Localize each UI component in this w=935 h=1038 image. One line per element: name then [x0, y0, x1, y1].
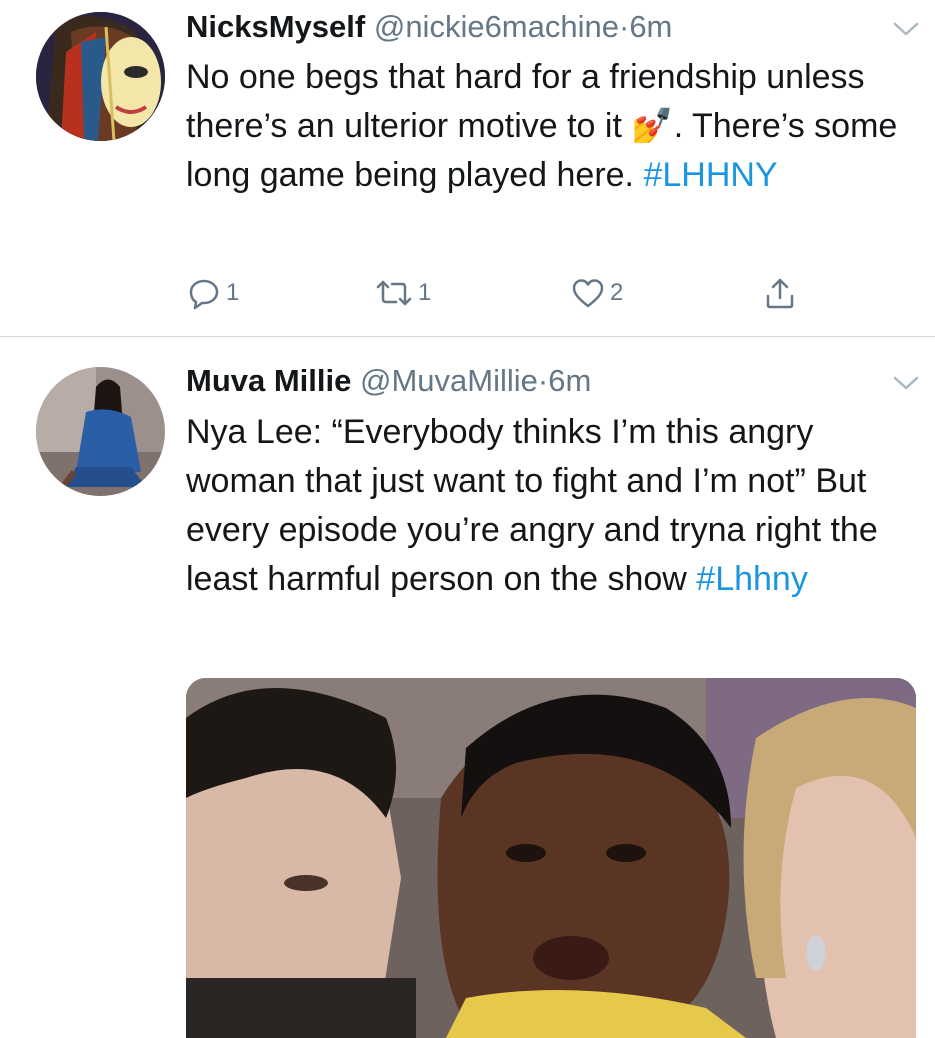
avatar[interactable] [36, 12, 165, 141]
like-button[interactable]: 2 [570, 273, 623, 313]
retweet-icon [376, 280, 412, 306]
nail-polish-emoji: 💅 [631, 107, 674, 145]
gif-media[interactable] [186, 678, 916, 1038]
tweet-header: Muva Millie @MuvaMillie·6m [186, 362, 591, 400]
timestamp[interactable]: 6m [629, 9, 672, 44]
tweet[interactable]: NicksMyself @nickie6machine·6m No one be… [0, 0, 935, 337]
like-count: 2 [610, 279, 624, 306]
retweet-count: 1 [418, 279, 432, 306]
hashtag-link[interactable]: #LHHNY [643, 156, 777, 194]
reply-button[interactable]: 1 [186, 273, 239, 313]
tweet-text: Nya Lee: “Everybody thinks I’m this angr… [186, 408, 926, 604]
separator-dot: · [537, 363, 549, 398]
hashtag-link[interactable]: #Lhhny [696, 560, 808, 598]
tweet-actions: 1 1 2 [186, 273, 826, 313]
user-handle[interactable]: @nickie6machine [374, 9, 619, 44]
chevron-down-icon[interactable] [891, 18, 921, 40]
chevron-down-icon[interactable] [891, 372, 921, 394]
avatar-image [36, 12, 165, 141]
tweet-text: No one begs that hard for a friendship u… [186, 53, 926, 200]
gif-image [186, 678, 916, 1038]
avatar-image [36, 367, 165, 496]
share-button[interactable] [762, 273, 798, 313]
tweet[interactable]: Muva Millie @MuvaMillie·6m Nya Lee: “Eve… [0, 337, 935, 1038]
separator-dot: · [618, 9, 630, 44]
retweet-button[interactable]: 1 [374, 273, 431, 313]
user-handle[interactable]: @MuvaMillie [360, 363, 538, 398]
timestamp[interactable]: 6m [548, 363, 591, 398]
reply-icon [189, 279, 219, 310]
tweet-header: NicksMyself @nickie6machine·6m [186, 8, 672, 46]
display-name[interactable]: Muva Millie [186, 363, 351, 398]
reply-count: 1 [226, 279, 240, 306]
heart-icon [572, 279, 604, 308]
display-name[interactable]: NicksMyself [186, 9, 365, 44]
share-icon [766, 278, 794, 309]
avatar[interactable] [36, 367, 165, 496]
